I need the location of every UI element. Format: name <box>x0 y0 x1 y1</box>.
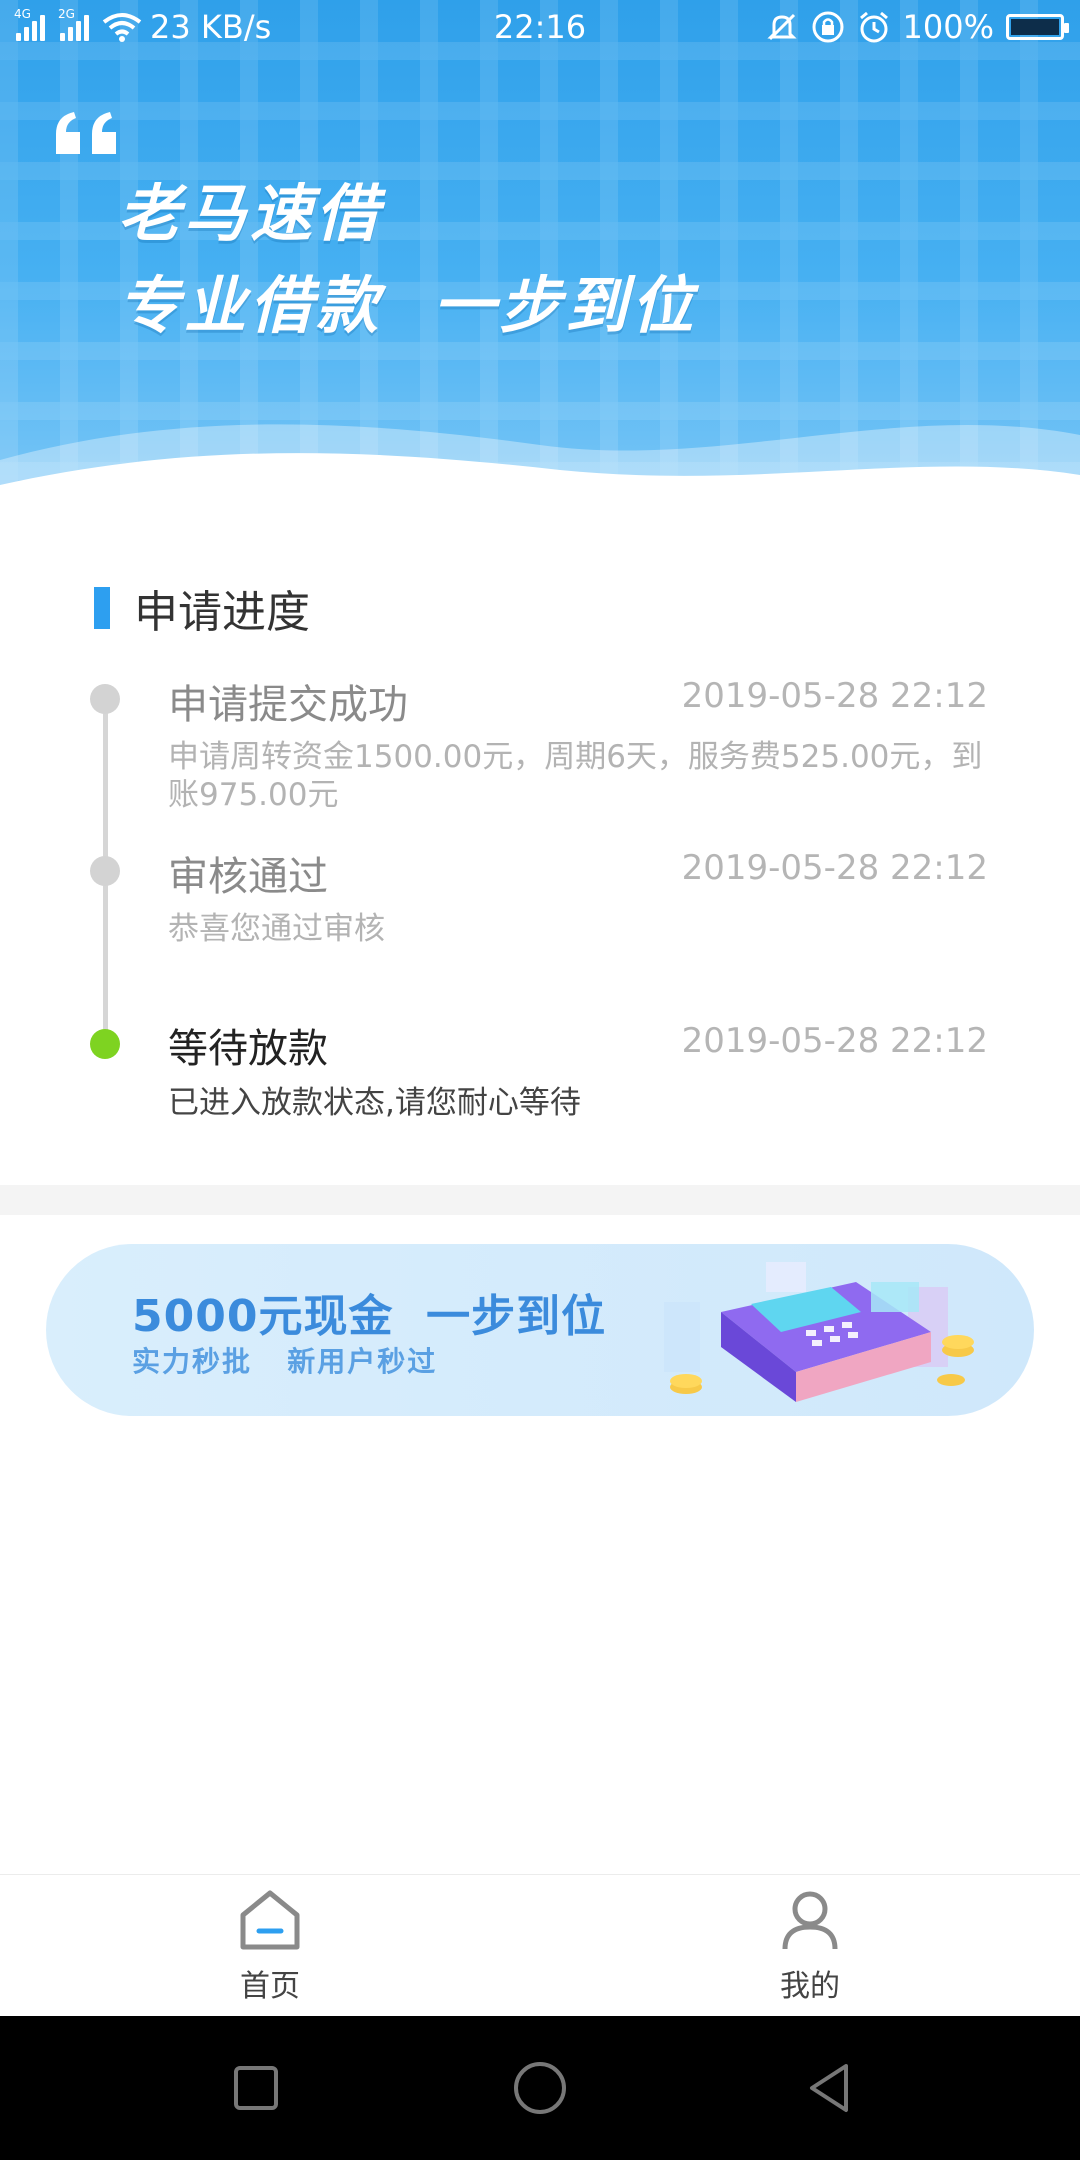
title-accent-bar <box>94 587 110 629</box>
battery-percent: 100% <box>902 8 994 46</box>
step-title-2: 审核通过 <box>168 854 328 900</box>
step-date-3: 2019-05-28 22:12 <box>681 1021 988 1061</box>
rotation-lock-icon <box>812 11 844 43</box>
promo-banner[interactable]: 5000元现金 一步到位 实力秒批 新用户秒过 <box>46 1244 1034 1416</box>
nav-item-mine[interactable]: 我的 <box>730 1887 890 2005</box>
section-title: 申请进度 <box>94 576 310 640</box>
promo-title: 5000元现金 一步到位 <box>132 1291 607 1342</box>
promo-subtitle: 实力秒批 新用户秒过 <box>132 1345 438 1378</box>
section-divider <box>0 1185 1080 1215</box>
nav-label-home: 首页 <box>240 1969 300 2004</box>
step-desc-1: 申请周转资金1500.00元，周期6天，服务费525.00元，到账975.00元 <box>168 739 983 813</box>
step-date-2: 2019-05-28 22:12 <box>681 848 988 888</box>
step-date-1: 2019-05-28 22:12 <box>681 676 988 716</box>
alarm-icon <box>859 11 888 43</box>
nav-item-home[interactable]: 首页 <box>190 1887 350 2005</box>
battery-icon <box>1006 14 1069 40</box>
section-title-text: 申请进度 <box>134 587 310 638</box>
mute-bell-icon <box>766 13 797 41</box>
nav-label-mine: 我的 <box>780 1969 840 2004</box>
slogan-line-1: 老马速借 <box>118 177 383 250</box>
pos-terminal-illustration <box>664 1262 974 1402</box>
header-banner: 老马速借 专业借款 一步到位 <box>0 0 1080 500</box>
quote-icon <box>56 112 116 154</box>
status-bar: 4G 2G 23 KB/s 22:16 100% <box>0 0 1080 56</box>
user-icon <box>782 1891 838 1950</box>
banner-wave <box>0 424 1080 500</box>
slogan-line-2: 专业借款 一步到位 <box>118 269 698 342</box>
banner-slogan: 老马速借 专业借款 一步到位 <box>118 168 697 352</box>
timeline-node-3-active <box>90 1029 120 1059</box>
step-title-1: 申请提交成功 <box>168 682 408 728</box>
bottom-nav: 首页 我的 <box>0 1874 1080 2016</box>
recent-apps-icon[interactable] <box>226 2058 286 2118</box>
step-title-3: 等待放款 <box>168 1026 328 1072</box>
home-icon <box>240 1890 300 1950</box>
step-desc-3: 已进入放款状态,请您耐心等待 <box>168 1085 581 1121</box>
system-nav-bar <box>0 2016 1080 2160</box>
timeline-node-2 <box>90 856 120 886</box>
timeline-node-1 <box>90 684 120 714</box>
step-desc-2: 恭喜您通过审核 <box>168 911 385 947</box>
home-button-icon[interactable] <box>510 2058 570 2118</box>
back-icon[interactable] <box>800 2058 860 2118</box>
status-right: 100% <box>765 8 1069 46</box>
